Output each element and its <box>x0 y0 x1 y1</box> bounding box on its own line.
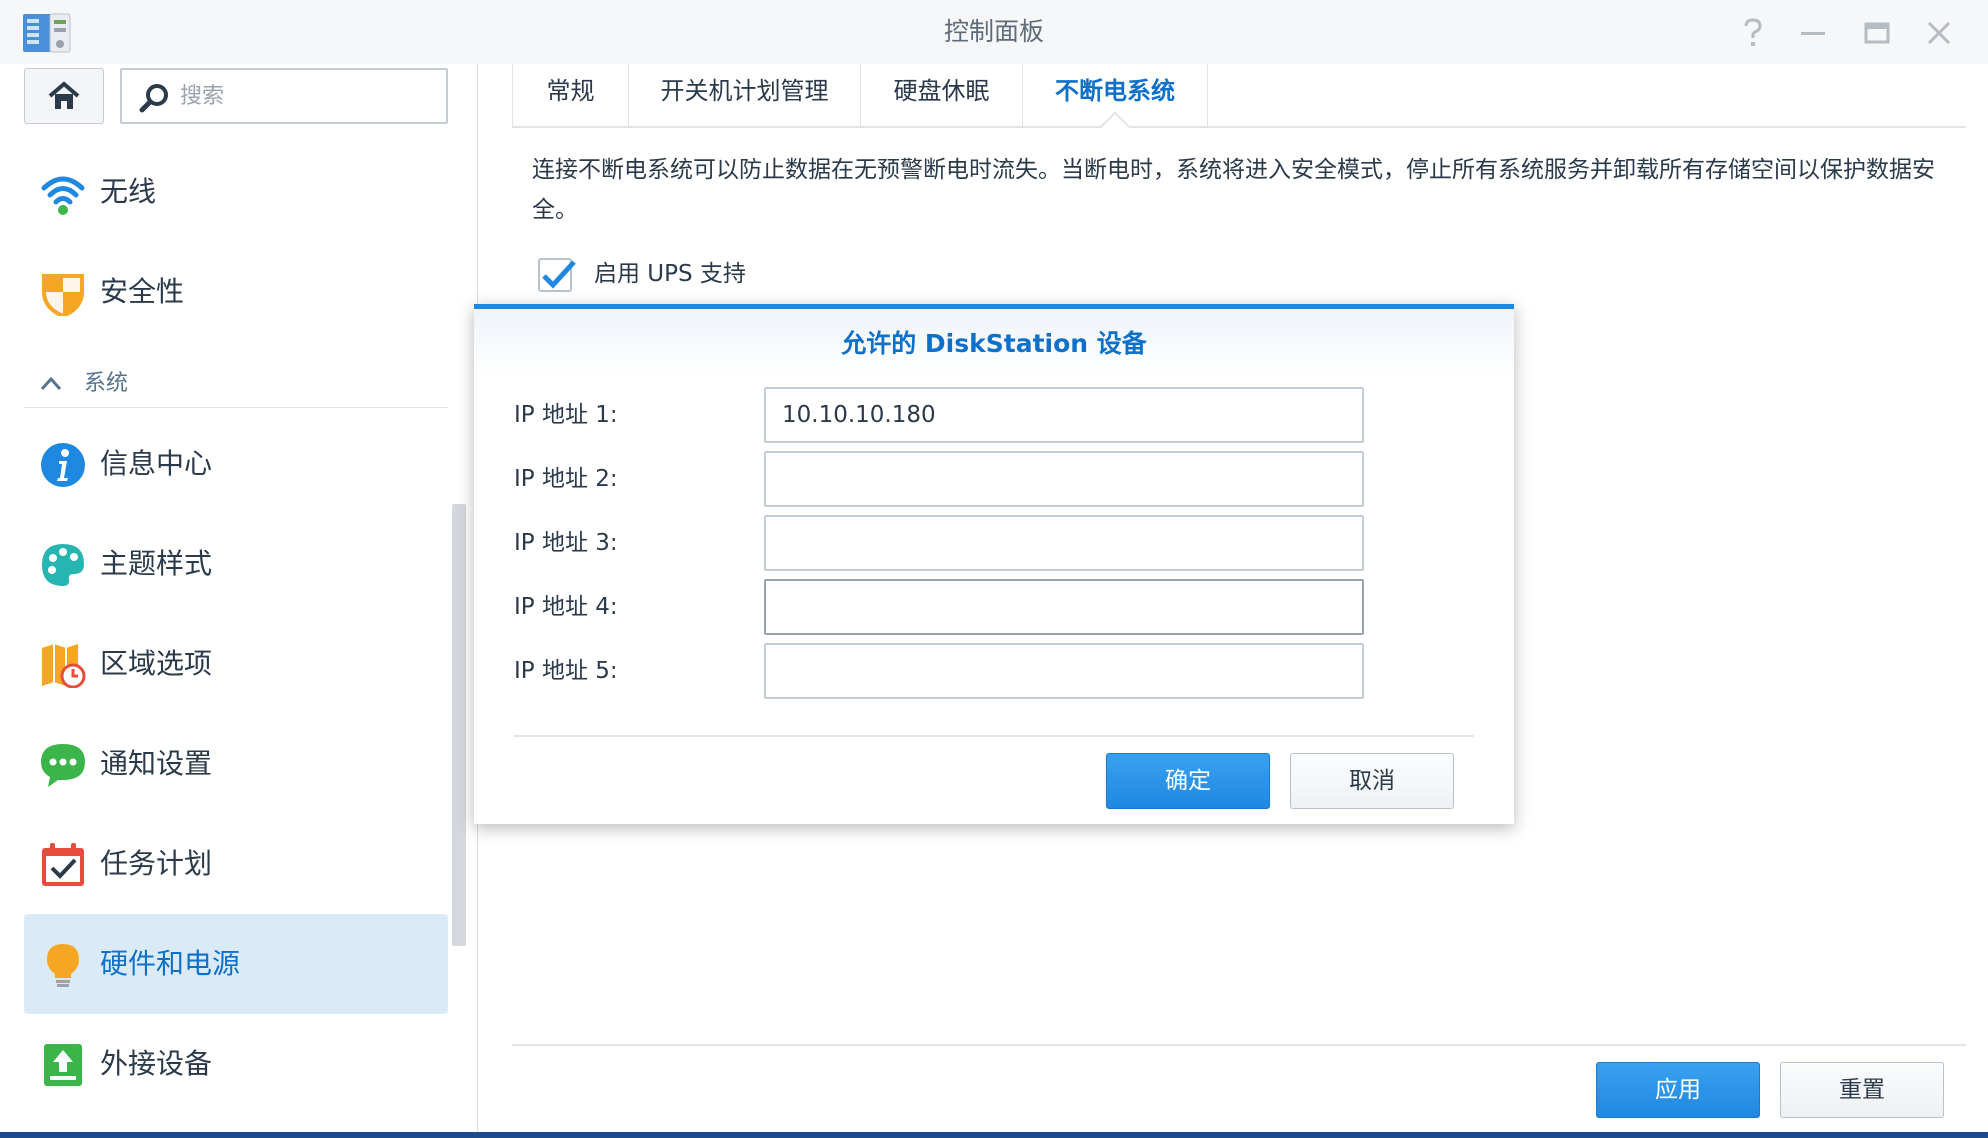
sidebar-item-label: 主题样式 <box>100 547 213 580</box>
ip-label-3: IP 地址 3: <box>514 530 618 556</box>
sidebar-item-label: 外接设备 <box>100 1047 213 1080</box>
checkmark-icon <box>542 260 576 289</box>
search-box[interactable] <box>120 68 448 124</box>
wifi-icon <box>41 176 85 215</box>
taskbar-edge <box>0 1132 1988 1138</box>
chevron-up-icon <box>40 376 62 391</box>
shield-icon <box>42 274 84 316</box>
ip-address-1-input[interactable] <box>764 387 1364 443</box>
tab-hdd-hibernation[interactable]: 硬盘休眠 <box>860 64 1022 128</box>
sidebar-item-info-center[interactable]: 信息中心 <box>24 414 448 514</box>
chat-bubble-icon <box>41 744 85 787</box>
ip-row-1: IP 地址 1: <box>514 387 1414 443</box>
ip-address-5-input[interactable] <box>764 643 1364 699</box>
section-label: 系统 <box>84 371 129 396</box>
ip-row-3: IP 地址 3: <box>514 515 1414 571</box>
search-input[interactable] <box>180 80 430 112</box>
reset-button[interactable]: 重置 <box>1780 1062 1944 1118</box>
ip-label-1: IP 地址 1: <box>514 402 618 428</box>
help-icon[interactable] <box>1736 16 1770 50</box>
sidebar-item-wireless[interactable]: 无线 <box>24 142 448 242</box>
sidebar-scrollbar[interactable] <box>452 504 466 946</box>
title-bar: 控制面板 <box>0 0 1988 64</box>
sidebar-item-theme[interactable]: 主题样式 <box>24 514 448 614</box>
upload-drive-icon <box>44 1044 82 1086</box>
home-icon <box>48 81 80 109</box>
dialog-header: 允许的 DiskStation 设备 <box>474 309 1514 375</box>
map-clock-icon <box>42 644 86 688</box>
ip-row-5: IP 地址 5: <box>514 643 1414 699</box>
tab-general[interactable]: 常规 <box>512 64 628 128</box>
ip-row-2: IP 地址 2: <box>514 451 1414 507</box>
ups-description: 连接不断电系统可以防止数据在无预警断电时流失。当断电时，系统将进入安全模式，停止… <box>532 157 1935 223</box>
close-icon[interactable] <box>1922 16 1956 50</box>
ip-label-5: IP 地址 5: <box>514 658 618 684</box>
minimize-icon[interactable] <box>1796 16 1830 50</box>
lightbulb-icon <box>47 944 79 987</box>
home-button[interactable] <box>24 68 104 124</box>
sidebar-item-label: 任务计划 <box>100 847 213 880</box>
sidebar-item-label: 无线 <box>100 175 157 208</box>
ip-label-4: IP 地址 4: <box>514 594 618 620</box>
enable-ups-label: 启用 UPS 支持 <box>594 261 746 287</box>
sidebar-item-label: 安全性 <box>100 275 185 308</box>
window-title: 控制面板 <box>943 17 1044 46</box>
sidebar-item-regional-options[interactable]: 区域选项 <box>24 614 448 714</box>
ip-address-3-input[interactable] <box>764 515 1364 571</box>
sidebar-item-label: 信息中心 <box>100 447 213 480</box>
dialog-divider <box>514 735 1474 737</box>
dialog-title: 允许的 DiskStation 设备 <box>841 329 1147 358</box>
sidebar-item-label: 通知设置 <box>100 747 213 780</box>
sidebar-item-task-scheduler[interactable]: 任务计划 <box>24 814 448 914</box>
sidebar-item-security[interactable]: 安全性 <box>24 242 448 342</box>
enable-ups-checkbox[interactable] <box>538 258 576 292</box>
sidebar-item-notification[interactable]: 通知设置 <box>24 714 448 814</box>
ip-address-2-input[interactable] <box>764 451 1364 507</box>
sidebar-item-label: 硬件和电源 <box>100 947 241 980</box>
footer-divider <box>512 1044 1966 1046</box>
allowed-diskstation-dialog: 允许的 DiskStation 设备 IP 地址 1: IP 地址 2: IP … <box>474 304 1514 824</box>
cancel-button[interactable]: 取消 <box>1290 753 1454 809</box>
ip-address-4-input[interactable] <box>764 579 1364 635</box>
info-icon <box>41 443 85 487</box>
sidebar-item-hardware-power[interactable]: 硬件和电源 <box>24 914 448 1014</box>
sidebar-section-system[interactable]: 系统 <box>24 360 448 408</box>
tab-power-schedule[interactable]: 开关机计划管理 <box>628 64 860 128</box>
ok-button[interactable]: 确定 <box>1106 753 1270 809</box>
search-icon <box>139 84 168 113</box>
maximize-icon[interactable] <box>1860 16 1894 50</box>
sidebar: 无线 安全性 系统 信息中心 主题样式 <box>0 64 478 1138</box>
apply-button[interactable]: 应用 <box>1596 1062 1760 1118</box>
palette-icon <box>42 544 84 586</box>
sidebar-item-label: 区域选项 <box>100 647 213 680</box>
ip-label-2: IP 地址 2: <box>514 466 618 492</box>
ip-row-4: IP 地址 4: <box>514 579 1414 635</box>
calendar-check-icon <box>42 843 84 886</box>
tab-bar: 常规 开关机计划管理 硬盘休眠 不断电系统 <box>512 64 1966 128</box>
sidebar-item-external-devices[interactable]: 外接设备 <box>24 1014 448 1114</box>
